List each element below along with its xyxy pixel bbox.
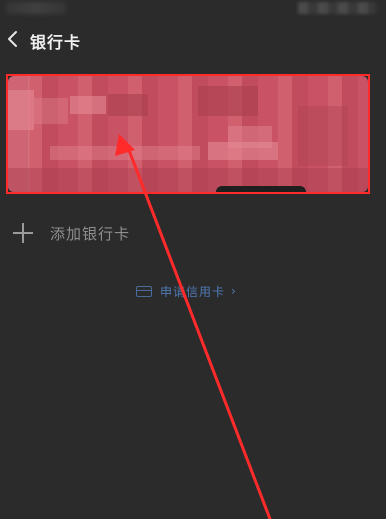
status-bar	[0, 0, 386, 20]
credit-card-icon	[136, 285, 152, 297]
status-left-blurred	[6, 2, 66, 14]
nav-bar: 银行卡	[0, 22, 386, 58]
chevron-left-icon	[8, 31, 17, 47]
plus-icon	[12, 222, 34, 244]
page-title: 银行卡	[30, 33, 82, 52]
add-bank-card-button[interactable]: 添加银行卡	[12, 220, 130, 246]
back-button[interactable]	[2, 28, 24, 50]
apply-credit-card-label: 申请信用卡	[160, 284, 226, 299]
status-right-blurred	[298, 2, 376, 14]
add-bank-card-label: 添加银行卡	[50, 224, 131, 243]
annotation-highlight-box	[6, 74, 370, 194]
bank-card[interactable]	[6, 74, 370, 194]
chevron-right-icon: ›	[231, 284, 236, 298]
apply-credit-card-link[interactable]: 申请信用卡 ›	[136, 282, 236, 300]
